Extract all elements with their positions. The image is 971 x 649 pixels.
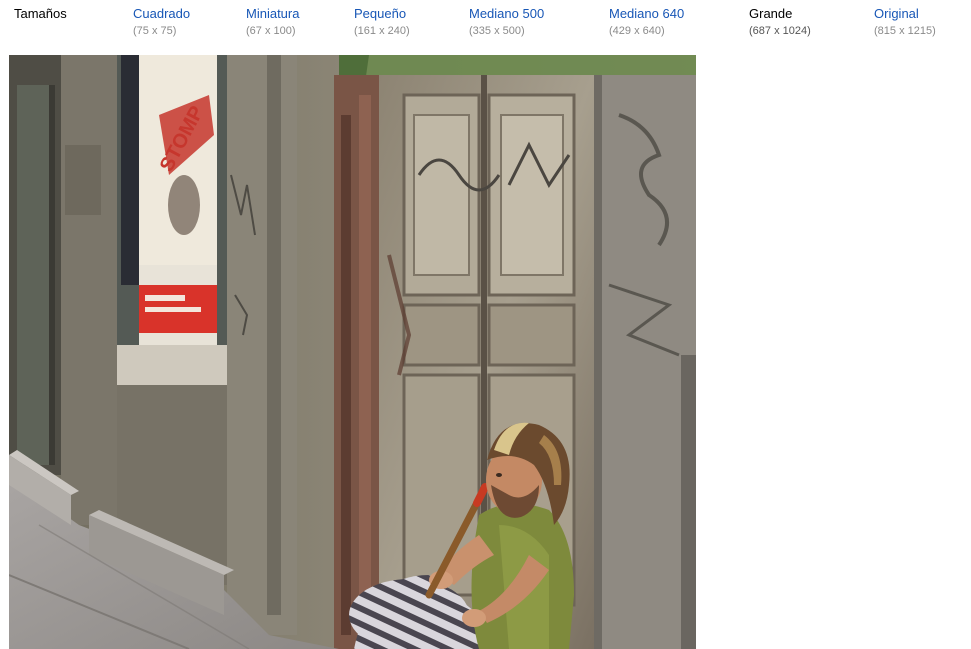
size-option-mediano-500[interactable]: Mediano 500 (335 x 500)	[469, 6, 544, 38]
size-dims-pequeno: (161 x 240)	[354, 25, 410, 37]
sizes-bar: Tamaños Cuadrado (75 x 75) Miniatura (67…	[0, 0, 971, 55]
size-link-cuadrado[interactable]: Cuadrado	[133, 6, 190, 22]
size-dims-grande: (687 x 1024)	[749, 25, 811, 37]
size-dims-original: (815 x 1215)	[874, 25, 936, 37]
size-link-pequeno[interactable]: Pequeño	[354, 6, 410, 22]
size-option-original[interactable]: Original (815 x 1215)	[874, 6, 936, 38]
size-option-miniatura[interactable]: Miniatura (67 x 100)	[246, 6, 299, 38]
size-dims-cuadrado: (75 x 75)	[133, 25, 177, 37]
photo-illustration: STOMP	[9, 55, 696, 649]
size-dims-miniatura: (67 x 100)	[246, 25, 296, 37]
size-link-miniatura[interactable]: Miniatura	[246, 6, 299, 22]
size-option-mediano-640[interactable]: Mediano 640 (429 x 640)	[609, 6, 684, 38]
size-option-grande: Grande (687 x 1024)	[749, 6, 811, 38]
size-dims-mediano-500: (335 x 500)	[469, 25, 525, 37]
size-link-mediano-500[interactable]: Mediano 500	[469, 6, 544, 22]
size-dims-mediano-640: (429 x 640)	[609, 25, 665, 37]
size-option-pequeno[interactable]: Pequeño (161 x 240)	[354, 6, 410, 38]
size-label-grande-current: Grande	[749, 6, 793, 21]
size-link-original[interactable]: Original	[874, 6, 936, 22]
sizes-label: Tamaños	[14, 6, 67, 21]
size-option-cuadrado[interactable]: Cuadrado (75 x 75)	[133, 6, 190, 38]
main-photo[interactable]: STOMP	[9, 55, 696, 649]
size-link-mediano-640[interactable]: Mediano 640	[609, 6, 684, 22]
